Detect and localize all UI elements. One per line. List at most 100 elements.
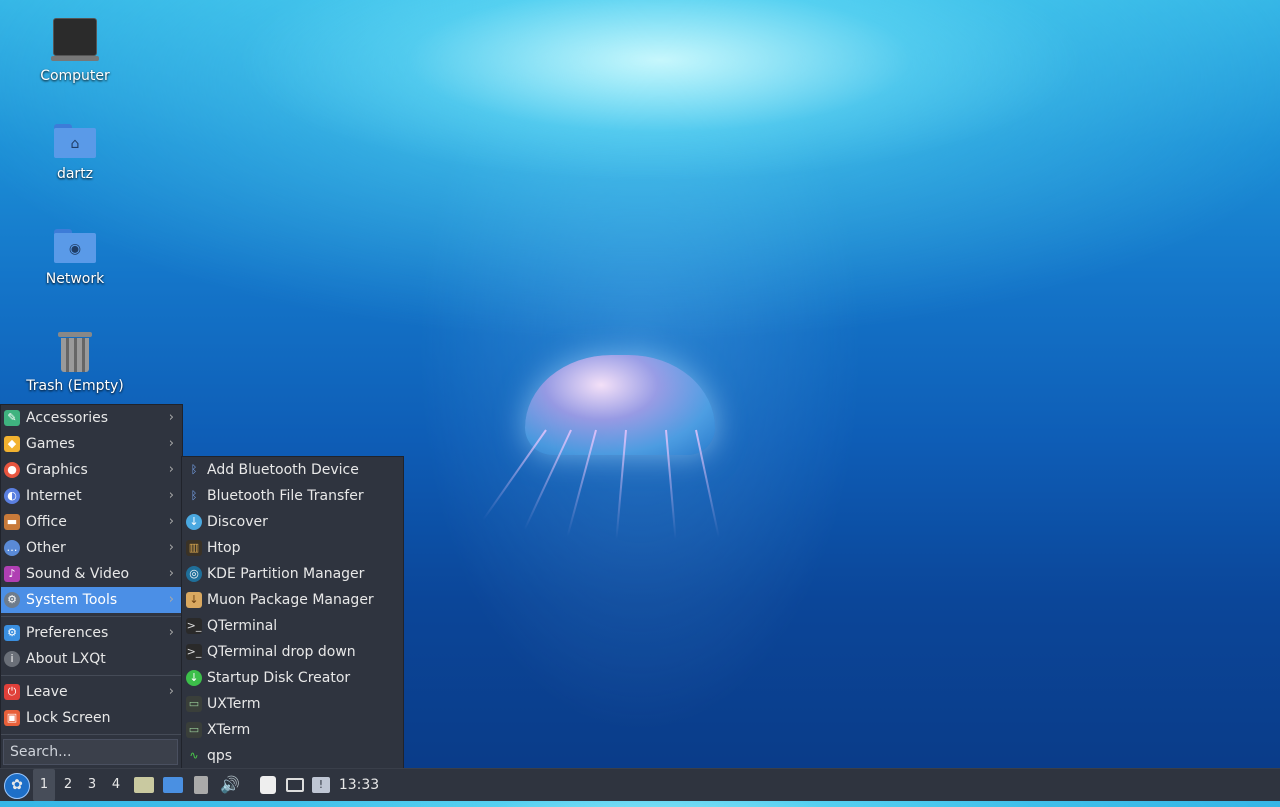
clipboard-tray-button[interactable] [256,769,280,801]
desktop-switch-3[interactable]: 3 [81,769,103,801]
power-icon: ⏻ [4,684,20,700]
file-manager-launcher[interactable] [133,769,155,801]
desktop-switch-1[interactable]: 1 [33,769,55,801]
submenu-item-label: KDE Partition Manager [207,566,365,582]
menu-item-about-lxqt[interactable]: i About LXQt [1,646,182,672]
chevron-right-icon: › [168,488,174,503]
removable-media-button[interactable] [191,769,211,801]
submenu-item-htop[interactable]: ▥ Htop [182,535,403,561]
update-notifier-button[interactable]: ! [309,769,333,801]
sound-video-icon: ♪ [4,566,20,582]
taskbar: ✿ 1 2 3 4 🔊 ! 13:33 [0,768,1280,801]
lubuntu-logo-icon: ✿ [11,777,23,793]
network-icon [286,778,304,792]
qps-icon: ∿ [189,749,199,762]
computer-icon [51,18,99,61]
network-tray-button[interactable] [283,769,307,801]
submenu-item-bluetooth-file-transfer[interactable]: ᛒ Bluetooth File Transfer [182,483,403,509]
preferences-icon: ⚙ [4,625,20,641]
menu-item-graphics[interactable]: ● Graphics › [1,457,182,483]
menu-separator [1,675,182,676]
menu-item-label: Lock Screen [26,710,111,726]
submenu-item-kde-partition-manager[interactable]: ◎ KDE Partition Manager [182,561,403,587]
chevron-right-icon: › [168,436,174,451]
show-desktop-button[interactable] [161,769,185,801]
menu-item-label: Sound & Video [26,566,130,582]
menu-item-preferences[interactable]: ⚙ Preferences › [1,620,182,646]
chevron-right-icon: › [168,566,174,581]
menu-item-label: Office [26,514,67,530]
submenu-item-startup-disk-creator[interactable]: ↓ Startup Disk Creator [182,665,403,691]
discover-icon: ↓ [186,514,202,530]
menu-item-sound-video[interactable]: ♪ Sound & Video › [1,561,182,587]
lock-icon: ▣ [4,710,20,726]
desktop-switch-4[interactable]: 4 [105,769,127,801]
menu-item-lock-screen[interactable]: ▣ Lock Screen [1,705,182,731]
games-icon: ◆ [4,436,20,452]
menu-item-other[interactable]: … Other › [1,535,182,561]
desktop-icon-network[interactable]: ◉ Network [10,229,140,287]
menu-search-input[interactable] [3,739,178,765]
show-desktop-icon [163,777,183,793]
menu-item-games[interactable]: ◆ Games › [1,431,182,457]
chevron-right-icon: › [168,462,174,477]
menu-separator [1,616,182,617]
submenu-item-add-bluetooth-device[interactable]: ᛒ Add Bluetooth Device [182,457,403,483]
menu-item-internet[interactable]: ◐ Internet › [1,483,182,509]
accessories-icon: ✎ [4,410,20,426]
bluetooth-icon: ᛒ [190,463,198,476]
internet-icon: ◐ [4,488,20,504]
start-menu-button[interactable]: ✿ [4,773,30,799]
terminal-icon: >_ [186,644,202,660]
menu-item-label: Accessories [26,410,109,426]
desktop-icon-trash[interactable]: Trash (Empty) [10,332,140,394]
desktop-icon-home[interactable]: ⌂ dartz [10,124,140,182]
submenu-item-label: QTerminal drop down [207,644,356,660]
submenu-item-label: XTerm [207,722,251,738]
chevron-right-icon: › [168,592,174,607]
menu-item-label: Leave [26,684,68,700]
menu-item-label: Games [26,436,75,452]
menu-item-system-tools[interactable]: ⚙ System Tools › [1,587,182,613]
menu-item-label: Internet [26,488,82,504]
xterm-icon: ▭ [186,722,202,738]
package-manager-icon: ↓ [186,592,202,608]
office-icon: ▬ [4,514,20,530]
submenu-item-qterminal[interactable]: >_ QTerminal [182,613,403,639]
desktop-icon-label: Network [45,271,105,287]
htop-icon: ▥ [186,540,202,556]
desktop-icon-label: Trash (Empty) [26,378,124,394]
submenu-item-xterm[interactable]: ▭ XTerm [182,717,403,743]
submenu-item-label: qps [207,748,233,764]
submenu-item-label: Bluetooth File Transfer [207,488,364,504]
menu-item-label: About LXQt [26,651,106,667]
desktop-icon-label: Computer [40,68,110,84]
menu-item-office[interactable]: ▬ Office › [1,509,182,535]
submenu-item-qterminal-drop-down[interactable]: >_ QTerminal drop down [182,639,403,665]
submenu-item-label: Startup Disk Creator [207,670,351,686]
submenu-item-uxterm[interactable]: ▭ UXTerm [182,691,403,717]
system-tools-submenu: ᛒ Add Bluetooth Device ᛒ Bluetooth File … [181,456,404,770]
desktop-switch-2[interactable]: 2 [57,769,79,801]
menu-item-label: System Tools [26,592,118,608]
submenu-item-muon-package-manager[interactable]: ↓ Muon Package Manager [182,587,403,613]
clock[interactable]: 13:33 [334,769,384,801]
usb-creator-icon: ↓ [186,670,202,686]
menu-item-leave[interactable]: ⏻ Leave › [1,679,182,705]
clipboard-icon [260,776,276,794]
desktop-icon-computer[interactable]: Computer [10,18,140,84]
submenu-item-label: UXTerm [207,696,261,712]
submenu-item-label: Add Bluetooth Device [207,462,359,478]
submenu-item-label: Htop [207,540,241,556]
submenu-item-discover[interactable]: ↓ Discover [182,509,403,535]
system-tools-icon: ⚙ [4,592,20,608]
menu-item-accessories[interactable]: ✎ Accessories › [1,405,182,431]
chevron-right-icon: › [168,540,174,555]
other-icon: … [4,540,20,556]
submenu-item-qps[interactable]: ∿ qps [182,743,403,769]
xterm-icon: ▭ [186,696,202,712]
application-menu: ✎ Accessories › ◆ Games › ● Graphics › ◐… [0,404,183,770]
menu-item-label: Other [26,540,66,556]
file-manager-icon [134,777,154,793]
volume-button[interactable]: 🔊 [218,769,242,801]
